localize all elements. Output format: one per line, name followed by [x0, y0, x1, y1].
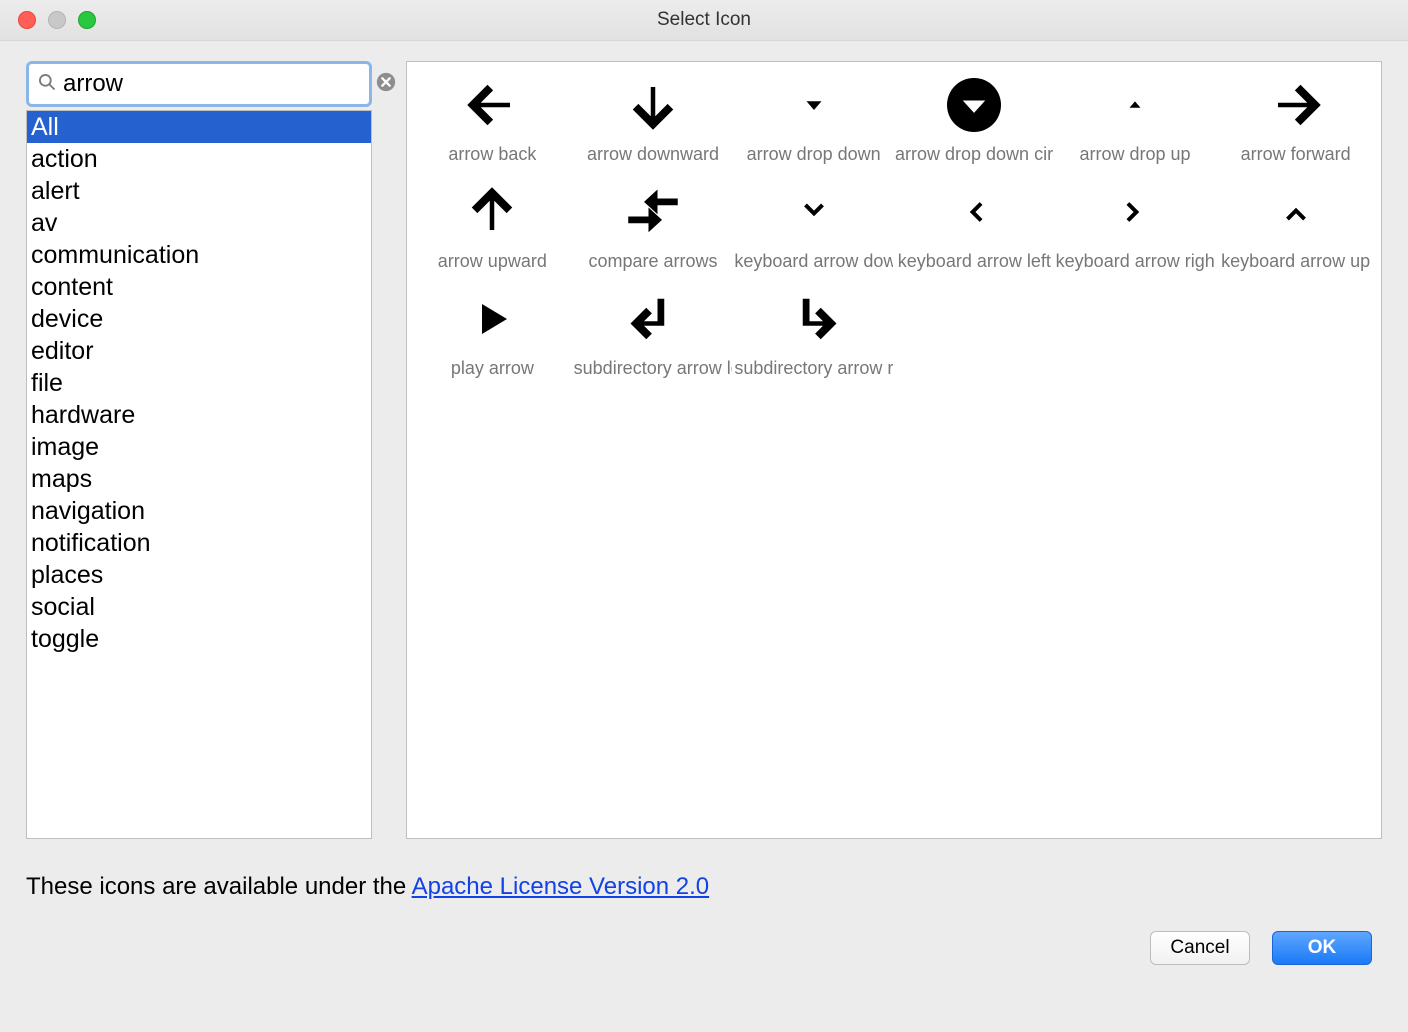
cancel-button[interactable]: Cancel	[1150, 931, 1250, 965]
window-title: Select Icon	[0, 9, 1408, 31]
arrow-drop-up-icon	[1124, 72, 1146, 138]
icon-item[interactable]: subdirectory arrow left	[574, 286, 733, 379]
icon-item[interactable]: arrow drop down circle	[895, 72, 1054, 165]
category-item[interactable]: navigation	[27, 495, 371, 527]
icon-item[interactable]: keyboard arrow left	[895, 179, 1054, 272]
play-arrow-icon	[472, 286, 512, 352]
icon-label: compare arrows	[588, 251, 717, 272]
category-item[interactable]: All	[27, 111, 371, 143]
subdirectory-arrow-right-icon	[787, 286, 841, 352]
icon-item[interactable]: keyboard arrow up	[1216, 179, 1375, 272]
category-item[interactable]: notification	[27, 527, 371, 559]
license-text: These icons are available under the Apac…	[26, 873, 1382, 901]
search-icon	[37, 72, 57, 97]
category-item[interactable]: social	[27, 591, 371, 623]
icon-label: arrow upward	[438, 251, 547, 272]
category-item[interactable]: editor	[27, 335, 371, 367]
keyboard-arrow-left-icon	[957, 179, 991, 245]
titlebar: Select Icon	[0, 0, 1408, 41]
icon-item[interactable]: subdirectory arrow right	[734, 286, 893, 379]
subdirectory-arrow-left-icon	[626, 286, 680, 352]
arrow-downward-icon	[626, 72, 680, 138]
icon-grid: arrow back arrow downward arrow drop down a…	[413, 72, 1375, 379]
footer: These icons are available under the Apac…	[0, 839, 1408, 965]
icon-label: arrow drop down	[747, 144, 881, 165]
category-item[interactable]: places	[27, 559, 371, 591]
icon-item[interactable]: arrow back	[413, 72, 572, 165]
category-item[interactable]: hardware	[27, 399, 371, 431]
icon-label: keyboard arrow right	[1056, 251, 1215, 272]
category-item[interactable]: toggle	[27, 623, 371, 655]
icon-label: play arrow	[451, 358, 534, 379]
icon-label: arrow drop down circle	[895, 144, 1054, 165]
icon-item[interactable]: arrow forward	[1216, 72, 1375, 165]
keyboard-arrow-down-icon	[797, 179, 831, 245]
icon-item[interactable]: arrow upward	[413, 179, 572, 272]
icon-item[interactable]: keyboard arrow down	[734, 179, 893, 272]
icon-item[interactable]: arrow drop down	[734, 72, 893, 165]
icon-label: arrow downward	[587, 144, 719, 165]
icon-item[interactable]: keyboard arrow right	[1056, 179, 1215, 272]
icon-item[interactable]: arrow downward	[574, 72, 733, 165]
keyboard-arrow-up-icon	[1279, 179, 1313, 245]
arrow-drop-down-circle-icon	[947, 72, 1001, 138]
arrow-forward-icon	[1269, 72, 1323, 138]
dialog-content: Allactionalertavcommunicationcontentdevi…	[0, 41, 1408, 839]
arrow-back-icon	[465, 72, 519, 138]
icon-label: arrow forward	[1241, 144, 1351, 165]
icon-label: subdirectory arrow left	[574, 358, 733, 379]
keyboard-arrow-right-icon	[1118, 179, 1152, 245]
dialog-buttons: Cancel OK	[26, 931, 1382, 965]
clear-search-icon[interactable]	[375, 71, 397, 98]
category-item[interactable]: image	[27, 431, 371, 463]
category-item[interactable]: communication	[27, 239, 371, 271]
icon-label: keyboard arrow up	[1221, 251, 1370, 272]
icon-item[interactable]: play arrow	[413, 286, 572, 379]
category-item[interactable]: file	[27, 367, 371, 399]
left-column: Allactionalertavcommunicationcontentdevi…	[26, 61, 372, 839]
arrow-upward-icon	[465, 179, 519, 245]
icon-label: keyboard arrow left	[898, 251, 1051, 272]
search-input[interactable]	[61, 70, 375, 98]
icon-label: subdirectory arrow right	[734, 358, 893, 379]
category-item[interactable]: content	[27, 271, 371, 303]
category-list[interactable]: Allactionalertavcommunicationcontentdevi…	[26, 110, 372, 839]
compare-arrows-icon	[626, 179, 680, 245]
icon-label: arrow drop up	[1079, 144, 1190, 165]
category-item[interactable]: av	[27, 207, 371, 239]
icon-label: keyboard arrow down	[734, 251, 893, 272]
category-item[interactable]: alert	[27, 175, 371, 207]
license-link[interactable]: Apache License Version 2.0	[412, 873, 710, 900]
arrow-drop-down-icon	[799, 72, 829, 138]
icon-label: arrow back	[448, 144, 536, 165]
icon-item[interactable]: arrow drop up	[1056, 72, 1215, 165]
ok-button[interactable]: OK	[1272, 931, 1372, 965]
category-item[interactable]: maps	[27, 463, 371, 495]
license-prefix: These icons are available under the	[26, 873, 412, 900]
icon-item[interactable]: compare arrows	[574, 179, 733, 272]
icon-grid-area: arrow back arrow downward arrow drop down a…	[406, 61, 1382, 839]
category-item[interactable]: device	[27, 303, 371, 335]
search-field[interactable]	[26, 61, 372, 107]
category-item[interactable]: action	[27, 143, 371, 175]
